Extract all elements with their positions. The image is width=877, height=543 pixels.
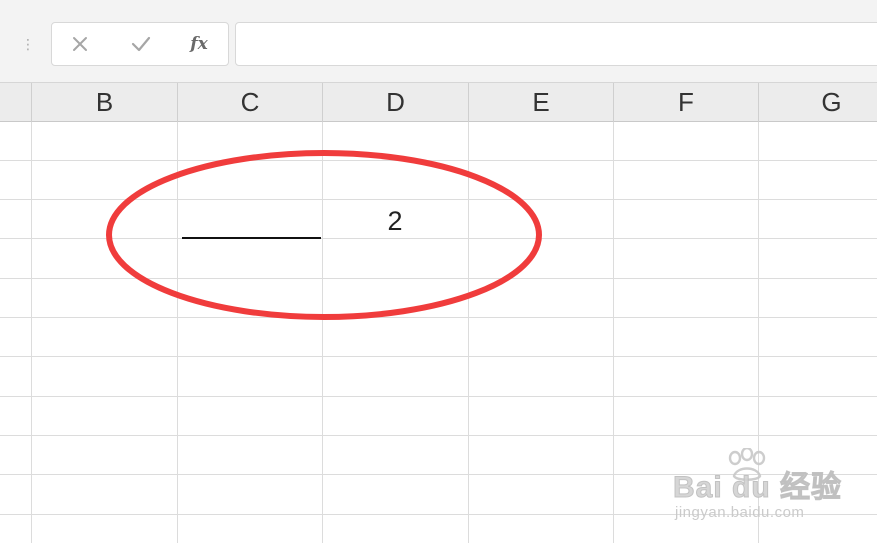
row-divider [0,160,877,161]
column-divider [177,122,178,543]
watermark-logo-text: Bai du 经验 [672,471,843,505]
row-divider [0,356,877,357]
formula-input[interactable] [235,22,877,66]
row-divider [0,278,877,279]
column-header-row: B C D E F G [0,82,877,122]
insert-function-button[interactable]: fx [186,32,212,56]
row-divider [0,199,877,200]
checkmark-icon [131,36,151,52]
column-divider [468,122,469,543]
drag-handle-icon[interactable]: ⋮ [21,34,35,54]
confirm-button[interactable] [128,32,154,56]
cell-d3[interactable]: 2 [322,202,468,241]
row-divider [0,317,877,318]
column-divider [31,122,32,543]
column-header-f[interactable]: F [613,83,758,122]
column-header-g[interactable]: G [758,83,877,122]
formula-bar: ⋮ fx [0,0,877,82]
close-icon [73,37,87,51]
cell-c3-bottom-border [182,237,321,239]
watermark-url: jingyan.baidu.com [675,504,805,521]
row-divider [0,435,877,436]
column-header-e[interactable]: E [468,83,613,122]
spreadsheet-window: ⋮ fx B C D E F G 2 Bai du 经验 jingyan.bai… [0,0,877,543]
column-header-c[interactable]: C [177,83,322,122]
column-divider [322,122,323,543]
column-header-b[interactable]: B [31,83,177,122]
column-divider [613,122,614,543]
column-header-d[interactable]: D [322,83,468,122]
baidu-jingyan-watermark: Bai du 经验 jingyan.baidu.com [672,448,873,528]
formula-buttons: fx [51,22,229,66]
cancel-button[interactable] [67,32,93,56]
row-divider [0,396,877,397]
fx-icon: fx [190,34,208,54]
